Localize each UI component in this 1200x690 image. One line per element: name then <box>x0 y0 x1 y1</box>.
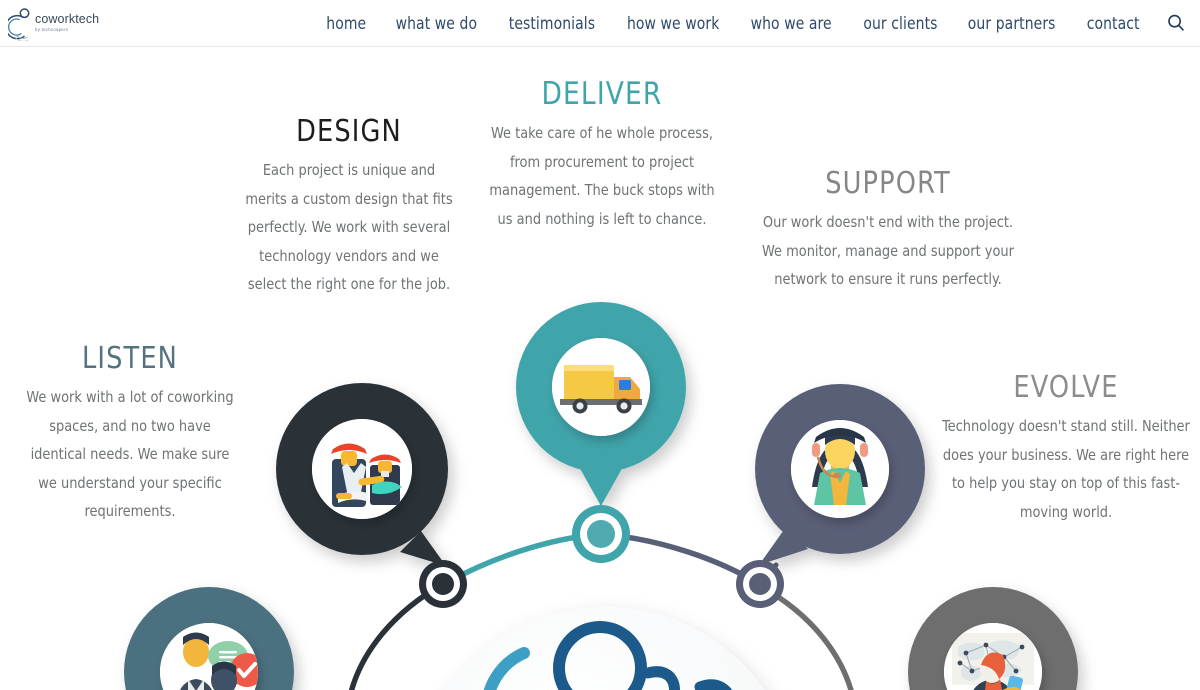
nav-item-home[interactable]: home <box>314 14 378 33</box>
coworktech-logo-mark-icon <box>5 7 34 42</box>
search-icon[interactable] <box>1164 11 1188 35</box>
nav-item-our-clients[interactable]: our clients <box>851 14 950 33</box>
node-deliver[interactable] <box>572 505 630 563</box>
nav-item-testimonials[interactable]: testimonials <box>496 14 607 33</box>
how-we-work-infographic: LISTEN We work with a lot of coworking s… <box>0 47 1200 690</box>
site-header: coworktech by techcoapers home what we d… <box>0 0 1200 47</box>
node-design[interactable] <box>419 560 467 608</box>
step-body-listen: We work with a lot of coworking spaces, … <box>26 388 234 520</box>
step-title-deliver: DELIVER <box>541 76 663 112</box>
center-logo-badge <box>445 607 765 690</box>
nav-item-our-partners[interactable]: our partners <box>956 14 1068 33</box>
nav-item-how-we-work[interactable]: how we work <box>615 14 732 33</box>
delivery-truck-icon <box>552 338 650 436</box>
step-text-listen: LISTEN We work with a lot of coworking s… <box>14 344 246 526</box>
logo-wordmark: coworktech <box>35 12 100 27</box>
headset-agent-icon <box>791 420 889 518</box>
step-text-deliver: DELIVER We take care of he whole process… <box>478 79 726 233</box>
step-text-evolve: EVOLVE Technology doesn't stand still. N… <box>932 373 1200 526</box>
logo-tagline: by techcoapers <box>35 27 69 33</box>
step-body-support: Our work doesn't end with the project. W… <box>762 213 1014 288</box>
engineers-blueprint-icon <box>312 419 412 519</box>
site-logo[interactable]: coworktech by techcoapers <box>5 3 138 45</box>
step-text-support: SUPPORT Our work doesn't end with the pr… <box>748 169 1028 294</box>
step-title-design: DESIGN <box>296 114 402 149</box>
step-body-evolve: Technology doesn't stand still. Neither … <box>942 417 1190 521</box>
step-title-support: SUPPORT <box>825 166 951 201</box>
step-title-listen: LISTEN <box>81 341 178 376</box>
nav-item-contact[interactable]: contact <box>1074 14 1151 33</box>
main-navigation: home what we do testimonials how we work… <box>312 0 1154 46</box>
step-title-evolve: EVOLVE <box>1013 370 1119 405</box>
step-body-design: Each project is unique and merits a cust… <box>245 161 453 293</box>
step-body-deliver: We take care of he whole process, from p… <box>489 124 715 228</box>
step-text-design: DESIGN Each project is unique and merits… <box>238 117 460 299</box>
node-support[interactable] <box>736 560 784 608</box>
nav-item-who-we-are[interactable]: who we are <box>739 14 845 33</box>
connector-support-evolve <box>759 584 854 690</box>
nav-item-what-we-do[interactable]: what we do <box>384 14 490 33</box>
